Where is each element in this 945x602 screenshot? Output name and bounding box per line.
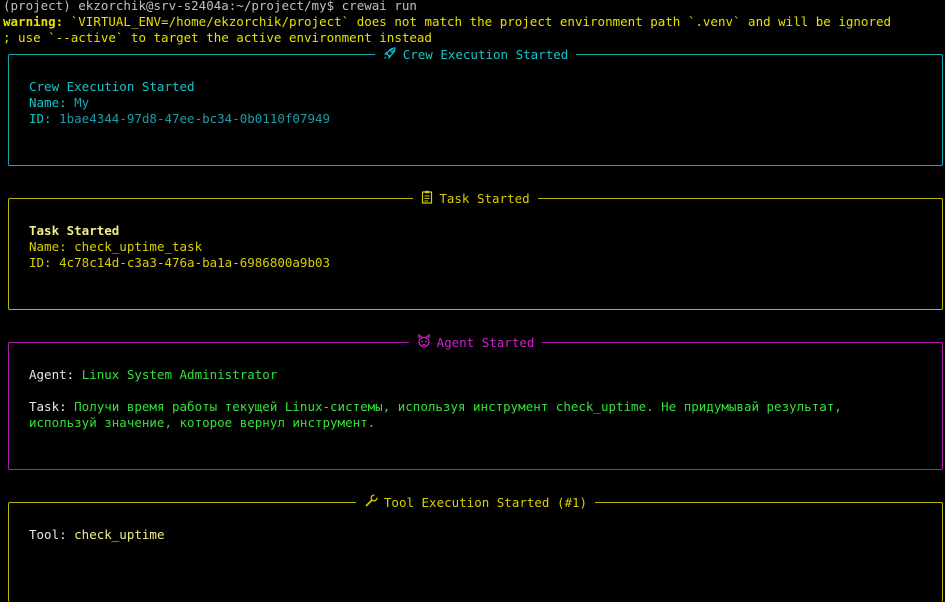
- agent-task-value-cont: используй значение, которое вернул инстр…: [29, 415, 376, 430]
- warning-continuation: ; use `--active` to target the active en…: [3, 30, 432, 45]
- crew-id-value: 1bae4344-97d8-47ee-bc34-0b0110f07949: [59, 111, 331, 126]
- crew-name-row: Name: My: [29, 95, 89, 111]
- agent-task-value: Получи время работы текущей Linux-систем…: [74, 399, 842, 414]
- task-panel-title: Task Started: [9, 190, 942, 208]
- rocket-icon: [383, 46, 397, 64]
- agent-panel-title: Agent Started: [9, 333, 942, 352]
- task-started-panel: Task Started Task Started Name: check_up…: [8, 190, 943, 310]
- tool-label: Tool:: [29, 527, 75, 542]
- task-id-row: ID: 4c78c14d-c3a3-476a-ba1a-6986800a9b03: [29, 255, 330, 271]
- tool-value: check_uptime: [74, 527, 165, 542]
- warning-text: `VIRTUAL_ENV=/home/ekzorchik/project` do…: [63, 14, 892, 29]
- crew-id-row: ID: 1bae4344-97d8-47ee-bc34-0b0110f07949: [29, 111, 330, 127]
- task-name-label: Name:: [29, 239, 75, 254]
- crew-panel-title: Crew Execution Started: [9, 46, 942, 64]
- tool-row: Tool: check_uptime: [29, 527, 164, 543]
- agent-task-label: Task:: [29, 399, 75, 414]
- task-heading: Task Started: [29, 223, 120, 238]
- command-line: (project) ekzorchik@srv-s2404a:~/project…: [3, 0, 417, 13]
- warning-line: warning: `VIRTUAL_ENV=/home/ekzorchik/pr…: [3, 14, 891, 30]
- crew-execution-panel: Crew Execution Started Crew Execution St…: [8, 46, 943, 166]
- agent-row: Agent: Linux System Administrator: [29, 367, 277, 383]
- crew-name-value: My: [74, 95, 90, 110]
- crew-panel-title-text: Crew Execution Started: [402, 46, 569, 62]
- tool-panel-title-text: Tool Execution Started (#1): [383, 494, 588, 510]
- tool-panel-title: Tool Execution Started (#1): [9, 494, 942, 512]
- task-id-value: 4c78c14d-c3a3-476a-ba1a-6986800a9b03: [59, 255, 331, 270]
- agent-icon: [417, 333, 431, 352]
- wrench-icon: [364, 494, 378, 512]
- agent-started-panel: Agent Started Agent: Linux System Admini…: [8, 333, 943, 470]
- agent-task-row: Task: Получи время работы текущей Linux-…: [29, 399, 842, 415]
- agent-value: Linux System Administrator: [81, 367, 278, 382]
- warning-label: warning:: [3, 14, 64, 29]
- tool-execution-panel: Tool Execution Started (#1) Tool: check_…: [8, 494, 943, 602]
- task-panel-title-text: Task Started: [439, 190, 530, 206]
- task-name-value: check_uptime_task: [74, 239, 203, 254]
- crew-heading: Crew Execution Started: [29, 79, 195, 94]
- crew-id-label: ID:: [29, 111, 60, 126]
- clipboard-icon: [421, 190, 433, 208]
- agent-panel-title-text: Agent Started: [436, 334, 535, 350]
- task-id-label: ID:: [29, 255, 60, 270]
- task-name-row: Name: check_uptime_task: [29, 239, 202, 255]
- crew-name-label: Name:: [29, 95, 75, 110]
- agent-label: Agent:: [29, 367, 82, 382]
